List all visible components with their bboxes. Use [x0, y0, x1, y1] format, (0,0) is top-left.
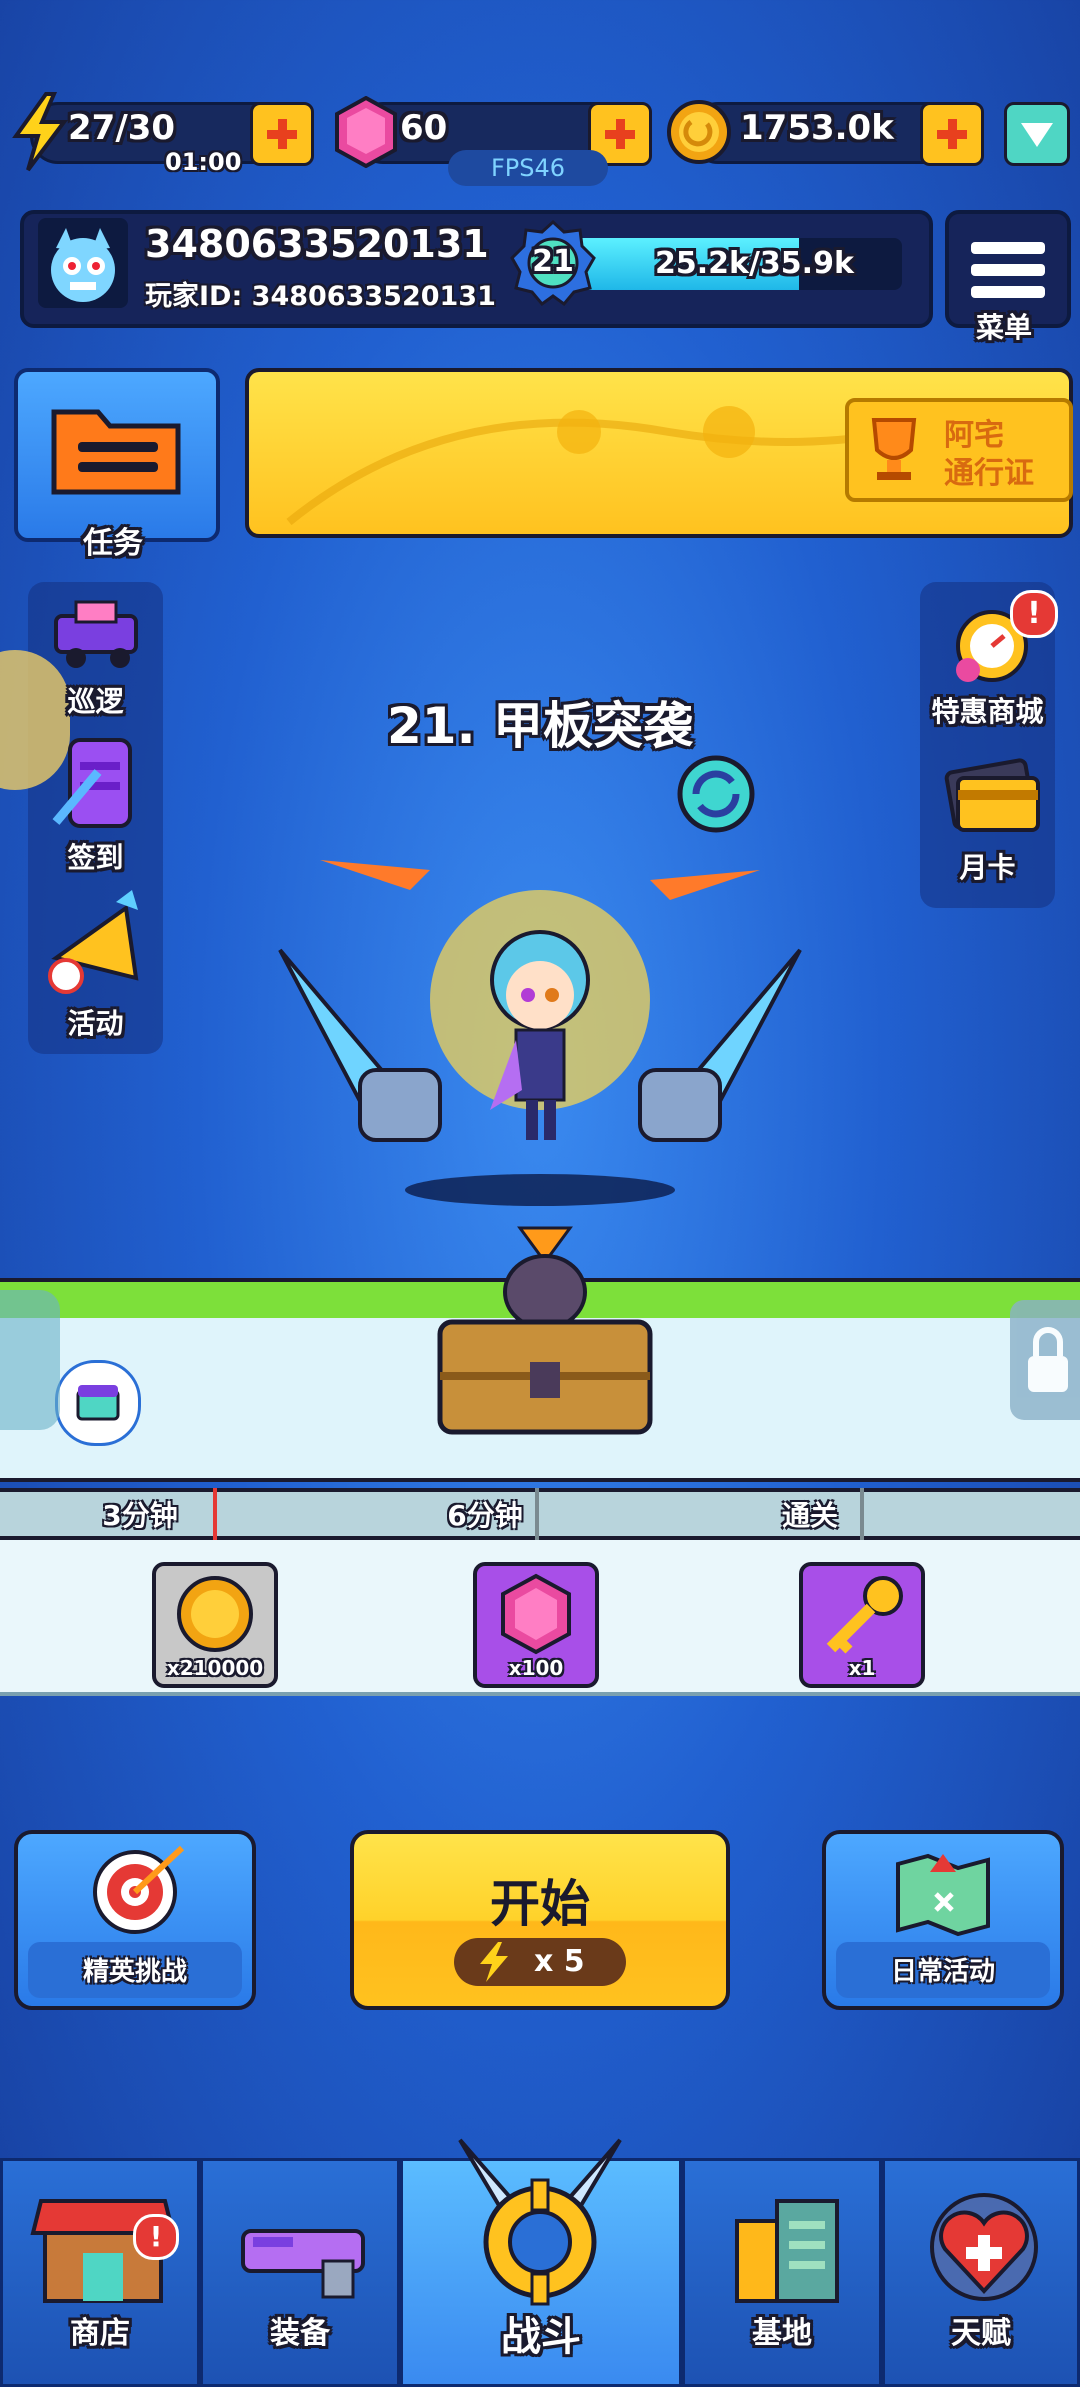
gun-icon [241, 2229, 365, 2299]
start-label: 开始 [490, 1875, 590, 1933]
monthly-card-button[interactable]: 月卡 [920, 752, 1055, 886]
hero-character [260, 830, 820, 1214]
nav-shop[interactable]: 商店 [0, 2158, 200, 2387]
milestone-6min: 6分钟 [447, 1499, 523, 1532]
menu-label: 菜单 [975, 311, 1032, 344]
fps-counter: FPS46 [448, 150, 608, 186]
energy-timer: 01:00 [165, 148, 242, 176]
alert-badge-icon: ! [1010, 590, 1058, 638]
energy-value: 27/30 [68, 108, 176, 148]
daily-activity-label: 日常活动 [890, 1957, 995, 1987]
locked-stage [1010, 1300, 1080, 1420]
stage-title: 21. 甲板突袭 [387, 697, 693, 755]
elite-challenge-button[interactable]: 精英挑战 [14, 1830, 256, 2010]
milestone-3min: 3分钟 [102, 1499, 178, 1532]
reward-gems[interactable]: x100 [473, 1562, 599, 1688]
gold-coin-icon [177, 1576, 253, 1652]
gem-icon [335, 95, 397, 172]
nav-talent[interactable]: 天赋 [882, 2158, 1080, 2387]
side-label-checkin: 签到 [67, 841, 124, 874]
trophy-icon [871, 418, 917, 480]
energy-icon [10, 92, 70, 176]
reward-gems-count: x100 [508, 1656, 564, 1680]
battle-pass-tag[interactable]: 阿宅 通行证 [845, 398, 1073, 502]
refresh-icon [677, 755, 755, 833]
shield-button[interactable] [1004, 102, 1070, 166]
target-icon [93, 1845, 185, 1934]
nav-shop-label: 商店 [70, 2316, 130, 2351]
battle-crosshair-icon [420, 2130, 660, 2334]
truck-icon [53, 600, 138, 668]
map-icon [896, 1853, 990, 1937]
player-name: 3480633520131 [145, 222, 489, 266]
building-icon [735, 2199, 839, 2303]
add-gold-button[interactable] [920, 102, 984, 166]
add-energy-button[interactable] [250, 102, 314, 166]
lock-icon [1028, 1327, 1068, 1392]
reward-key-count: x1 [848, 1656, 876, 1680]
gold-coin-icon [665, 98, 733, 170]
start-button[interactable]: 开始 x 5 [350, 1830, 730, 2010]
daily-activity-button[interactable]: 日常活动 [822, 1830, 1064, 2010]
task-button[interactable] [14, 368, 220, 542]
card-icon [944, 758, 1040, 832]
previous-stage [0, 1290, 60, 1430]
treasure-chest[interactable] [420, 1222, 670, 1466]
level-number: 21 [532, 244, 574, 279]
mini-chest-button[interactable] [55, 1360, 141, 1446]
nav-base-label: 基地 [752, 2316, 812, 2351]
key-icon [826, 1576, 903, 1654]
player-id: 玩家ID: 3480633520131 [145, 281, 496, 312]
gem-icon [501, 1573, 571, 1655]
megaphone-icon [47, 890, 138, 994]
avatar[interactable] [38, 218, 128, 308]
reward-key[interactable]: x1 [799, 1562, 925, 1688]
exp-text: 25.2k/35.9k [655, 246, 854, 281]
chest-icon [76, 1385, 120, 1421]
side-label-monthly-card: 月卡 [959, 851, 1016, 884]
nav-equipment-label: 装备 [270, 2316, 330, 2351]
reward-gold-count: x210000 [166, 1656, 264, 1680]
milestone-clear: 通关 [781, 1499, 838, 1532]
nav-talent-label: 天赋 [951, 2316, 1011, 2351]
gem-value: 60 [400, 108, 448, 148]
elite-challenge-label: 精英挑战 [82, 1957, 187, 1987]
shop-alert-icon: ! [133, 2214, 179, 2260]
energy-icon [480, 1942, 508, 1982]
start-cost: x 5 [534, 1944, 585, 1979]
events-button[interactable]: 活动 [28, 888, 163, 1042]
nav-equipment[interactable]: 装备 [200, 2158, 400, 2387]
milestone-divider [213, 1488, 217, 1540]
start-cost-pill: x 5 [454, 1938, 626, 1986]
nav-base[interactable]: 基地 [682, 2158, 882, 2387]
heart-icon [930, 2193, 1038, 2301]
side-label-events: 活动 [67, 1007, 124, 1040]
task-label: 任务 [83, 526, 143, 561]
shield-icon [1021, 123, 1053, 147]
folder-icon [51, 409, 181, 495]
gold-value: 1753.0k [740, 108, 894, 148]
pass-label-2: 通行证 [944, 456, 1034, 491]
reward-gold[interactable]: x210000 [152, 1562, 278, 1688]
refresh-stage-button[interactable] [666, 752, 766, 836]
